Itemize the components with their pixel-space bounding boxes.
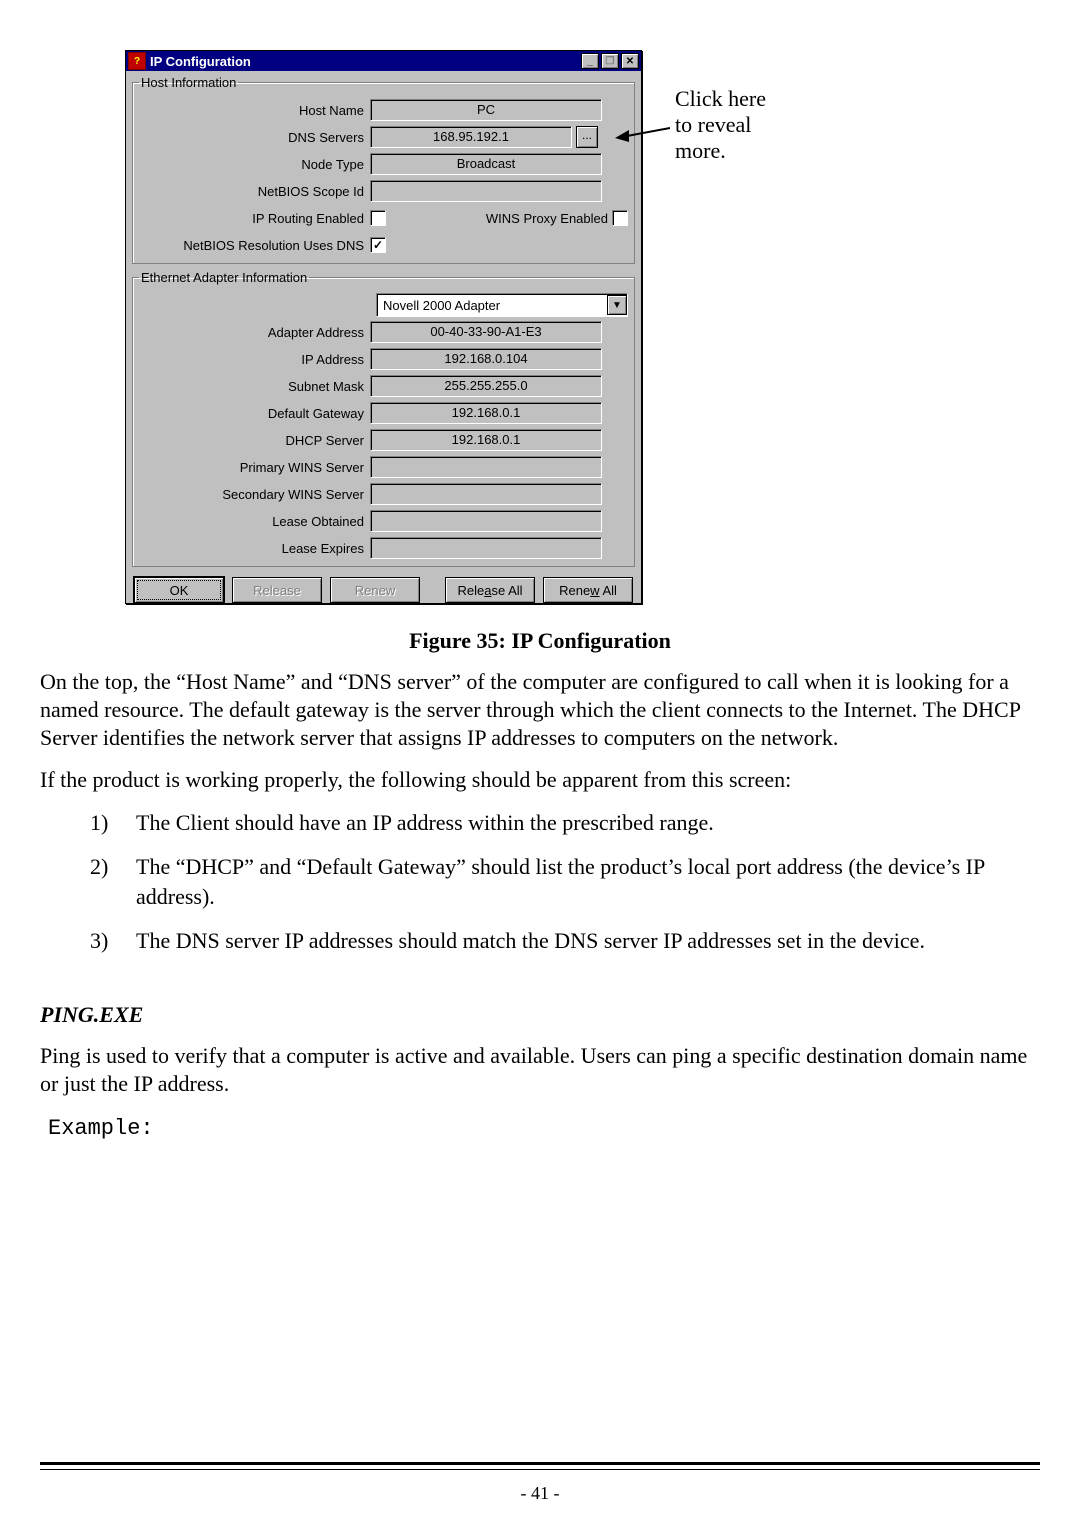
paragraph-1: On the top, the “Host Name” and “DNS ser… [40,668,1040,752]
list-number: 1) [90,808,136,838]
wins-proxy-checkbox[interactable] [612,210,628,226]
ok-button[interactable]: OK [134,577,224,603]
lease-obtained-row: Lease Obtained [139,508,628,534]
adapter-information-group: Ethernet Adapter Information Novell 2000… [132,270,635,567]
renew-all-button[interactable]: Renew All [543,577,633,603]
list-item: 1) The Client should have an IP address … [90,808,1040,838]
list-item: 3) The DNS server IP addresses should ma… [90,926,1040,956]
figure: ? IP Configuration _ ❐ ✕ Host Informatio… [125,50,955,620]
button-bar: OK Release Renew Release All Renew All [132,573,635,603]
page-number: - 41 - [0,1483,1080,1504]
primary-wins-row: Primary WINS Server [139,454,628,480]
wins-proxy-label: WINS Proxy Enabled [386,211,612,226]
node-type-row: Node Type Broadcast [139,151,628,177]
default-gateway-value: 192.168.0.1 [370,402,602,424]
host-information-group: Host Information Host Name PC DNS Server… [132,75,635,264]
primary-wins-value [370,456,602,478]
adapter-combo-row: Novell 2000 Adapter ▼ [139,292,628,318]
ip-address-label: IP Address [139,352,370,367]
close-button[interactable]: ✕ [621,53,639,69]
ip-routing-checkbox[interactable] [370,210,386,226]
ping-heading: PING.EXE [40,1002,1040,1028]
ordered-list: 1) The Client should have an IP address … [90,808,1040,956]
host-name-value: PC [370,99,602,121]
adapter-combo-value: Novell 2000 Adapter [377,298,607,313]
dns-servers-value: 168.95.192.1 [370,126,572,148]
adapter-address-label: Adapter Address [139,325,370,340]
titlebar[interactable]: ? IP Configuration _ ❐ ✕ [126,51,641,71]
adapter-combo[interactable]: Novell 2000 Adapter ▼ [376,293,628,317]
list-text: The “DHCP” and “Default Gateway” should … [136,852,1040,912]
annotation-text: Click here to reveal more. [675,86,766,164]
window-client: Host Information Host Name PC DNS Server… [126,71,641,609]
subnet-mask-value: 255.255.255.0 [370,375,602,397]
adapter-address-value: 00-40-33-90-A1-E3 [370,321,602,343]
lease-expires-value [370,537,602,559]
node-type-label: Node Type [139,157,370,172]
example-label: Example: [48,1116,1040,1141]
netbios-dns-checkbox[interactable] [370,237,386,253]
netbios-dns-row: NetBIOS Resolution Uses DNS [139,232,628,258]
release-button[interactable]: Release [232,577,322,603]
ip-address-value: 192.168.0.104 [370,348,602,370]
list-text: The DNS server IP addresses should match… [136,926,1040,956]
dhcp-server-value: 192.168.0.1 [370,429,602,451]
lease-expires-label: Lease Expires [139,541,370,556]
host-information-legend: Host Information [139,75,238,90]
lease-expires-row: Lease Expires [139,535,628,561]
chevron-down-icon[interactable]: ▼ [607,295,627,315]
paragraph-2: If the product is working properly, the … [40,766,1040,794]
secondary-wins-value [370,483,602,505]
maximize-button: ❐ [601,53,619,69]
dns-servers-row: DNS Servers 168.95.192.1 ... [139,124,628,150]
netbios-dns-label: NetBIOS Resolution Uses DNS [139,238,370,253]
renew-button[interactable]: Renew [330,577,420,603]
minimize-button[interactable]: _ [581,53,599,69]
adapter-information-legend: Ethernet Adapter Information [139,270,309,285]
figure-caption: Figure 35: IP Configuration [40,628,1040,654]
window-title: IP Configuration [150,54,579,69]
dhcp-server-row: DHCP Server 192.168.0.1 [139,427,628,453]
dns-servers-label: DNS Servers [139,130,370,145]
lease-obtained-label: Lease Obtained [139,514,370,529]
ip-routing-label: IP Routing Enabled [139,211,370,226]
default-gateway-row: Default Gateway 192.168.0.1 [139,400,628,426]
ping-paragraph: Ping is used to verify that a computer i… [40,1042,1040,1098]
default-gateway-label: Default Gateway [139,406,370,421]
annotation-line3: more. [675,138,766,164]
secondary-wins-label: Secondary WINS Server [139,487,370,502]
arrow-annotation-icon [615,122,670,142]
ipconfig-window: ? IP Configuration _ ❐ ✕ Host Informatio… [125,50,642,604]
ip-routing-row: IP Routing Enabled WINS Proxy Enabled [139,205,628,231]
node-type-value: Broadcast [370,153,602,175]
footer-rule [40,1462,1040,1470]
lease-obtained-value [370,510,602,532]
list-number: 2) [90,852,136,912]
host-name-row: Host Name PC [139,97,628,123]
ip-address-row: IP Address 192.168.0.104 [139,346,628,372]
list-item: 2) The “DHCP” and “Default Gateway” shou… [90,852,1040,912]
dhcp-server-label: DHCP Server [139,433,370,448]
netbios-scope-label: NetBIOS Scope Id [139,184,370,199]
subnet-mask-label: Subnet Mask [139,379,370,394]
primary-wins-label: Primary WINS Server [139,460,370,475]
subnet-mask-row: Subnet Mask 255.255.255.0 [139,373,628,399]
list-text: The Client should have an IP address wit… [136,808,1040,838]
annotation-line2: to reveal [675,112,766,138]
annotation-line1: Click here [675,86,766,112]
adapter-address-row: Adapter Address 00-40-33-90-A1-E3 [139,319,628,345]
release-all-button[interactable]: Release All [445,577,535,603]
system-menu-icon[interactable]: ? [128,52,146,70]
netbios-scope-row: NetBIOS Scope Id [139,178,628,204]
dns-more-button[interactable]: ... [576,126,598,148]
list-number: 3) [90,926,136,956]
secondary-wins-row: Secondary WINS Server [139,481,628,507]
host-name-label: Host Name [139,103,370,118]
netbios-scope-value [370,180,602,202]
